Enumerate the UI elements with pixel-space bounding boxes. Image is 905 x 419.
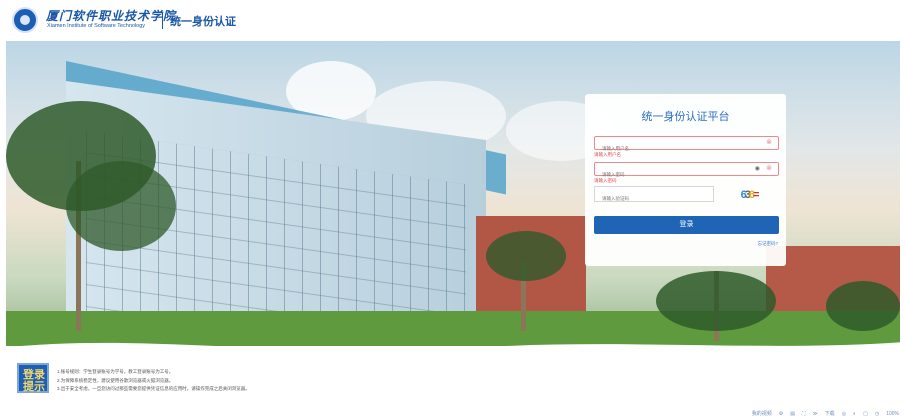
- platform-title: 统一身份认证: [170, 16, 236, 28]
- notice-line: 1.账号规则：学生登录账号为学号，教工登录账号为工号。: [57, 369, 174, 374]
- notice-line: 2.为保障系统稳定性，建议使用谷歌浏览器或火狐浏览器。: [57, 377, 174, 383]
- forgot-password-link[interactable]: 忘记密码?: [757, 241, 778, 247]
- wave-divider: [0, 342, 905, 370]
- captcha-image[interactable]: 6 3 6 =: [725, 187, 775, 202]
- zoom-level[interactable]: 100%: [886, 411, 899, 417]
- theme-icon[interactable]: ◐: [853, 411, 856, 417]
- school-name-en: Xiamen Institute of Software Technology: [47, 23, 146, 29]
- top-header: 厦门软件职业技术学院 Xiamen Institute of Software …: [0, 0, 905, 40]
- target-icon[interactable]: ◎: [842, 411, 846, 417]
- clear-icon[interactable]: ⊗: [766, 165, 772, 173]
- login-button[interactable]: 登录: [594, 216, 779, 234]
- video-button[interactable]: 我的视频: [752, 410, 772, 417]
- login-panel: 统一身份认证平台 ⊗ 请输入用户名 ◉ ⊗ 请输入密码 6 3 6 = 登录 忘…: [585, 94, 786, 266]
- school-logo: [12, 7, 38, 33]
- captcha-input[interactable]: [595, 191, 712, 206]
- notice-line: 3.出于安全考虑，一旦您访问过那些需要您提供凭证信息的应用时，请操作完成之后关闭…: [57, 386, 250, 391]
- eye-icon[interactable]: ◉: [755, 165, 760, 173]
- history-icon[interactable]: ◷: [875, 411, 879, 417]
- password-field[interactable]: ◉ ⊗: [594, 162, 779, 181]
- password-input[interactable]: [595, 168, 752, 181]
- download-button[interactable]: 下载: [825, 410, 835, 417]
- notice-badge-bottom: 提示: [23, 381, 45, 393]
- palm-tree: [486, 231, 566, 281]
- header-divider: [162, 13, 163, 29]
- forward-icon[interactable]: ≫: [812, 411, 817, 417]
- notice-badge: 登录 提示: [17, 363, 49, 393]
- captcha-char: =: [752, 188, 760, 201]
- palm-tree: [656, 271, 776, 331]
- school-name-cn: 厦门软件职业技术学院: [46, 9, 177, 23]
- captcha-field[interactable]: [594, 186, 714, 206]
- clear-icon[interactable]: ⊗: [766, 139, 772, 147]
- fullscreen-icon[interactable]: ⛶: [802, 411, 806, 417]
- browser-status-bar: 我的视频 ⚙ ▤ ⛶ ≫ 下载 ◎ ◐ ▢ ◷ 100%: [752, 410, 899, 418]
- notice-text: 1.账号规则：学生登录账号为学号，教工登录账号为工号。 2.为保障系统稳定性，建…: [57, 368, 250, 394]
- panel-icon[interactable]: ▤: [790, 411, 795, 417]
- password-error: 请输入密码: [594, 178, 617, 183]
- window-icon[interactable]: ▢: [863, 411, 868, 417]
- username-error: 请输入用户名: [594, 152, 621, 157]
- username-field[interactable]: ⊗: [594, 136, 779, 155]
- palm-tree: [826, 281, 900, 331]
- settings-icon[interactable]: ⚙: [779, 411, 783, 417]
- palm-tree: [66, 161, 176, 251]
- login-title: 统一身份认证平台: [641, 111, 730, 123]
